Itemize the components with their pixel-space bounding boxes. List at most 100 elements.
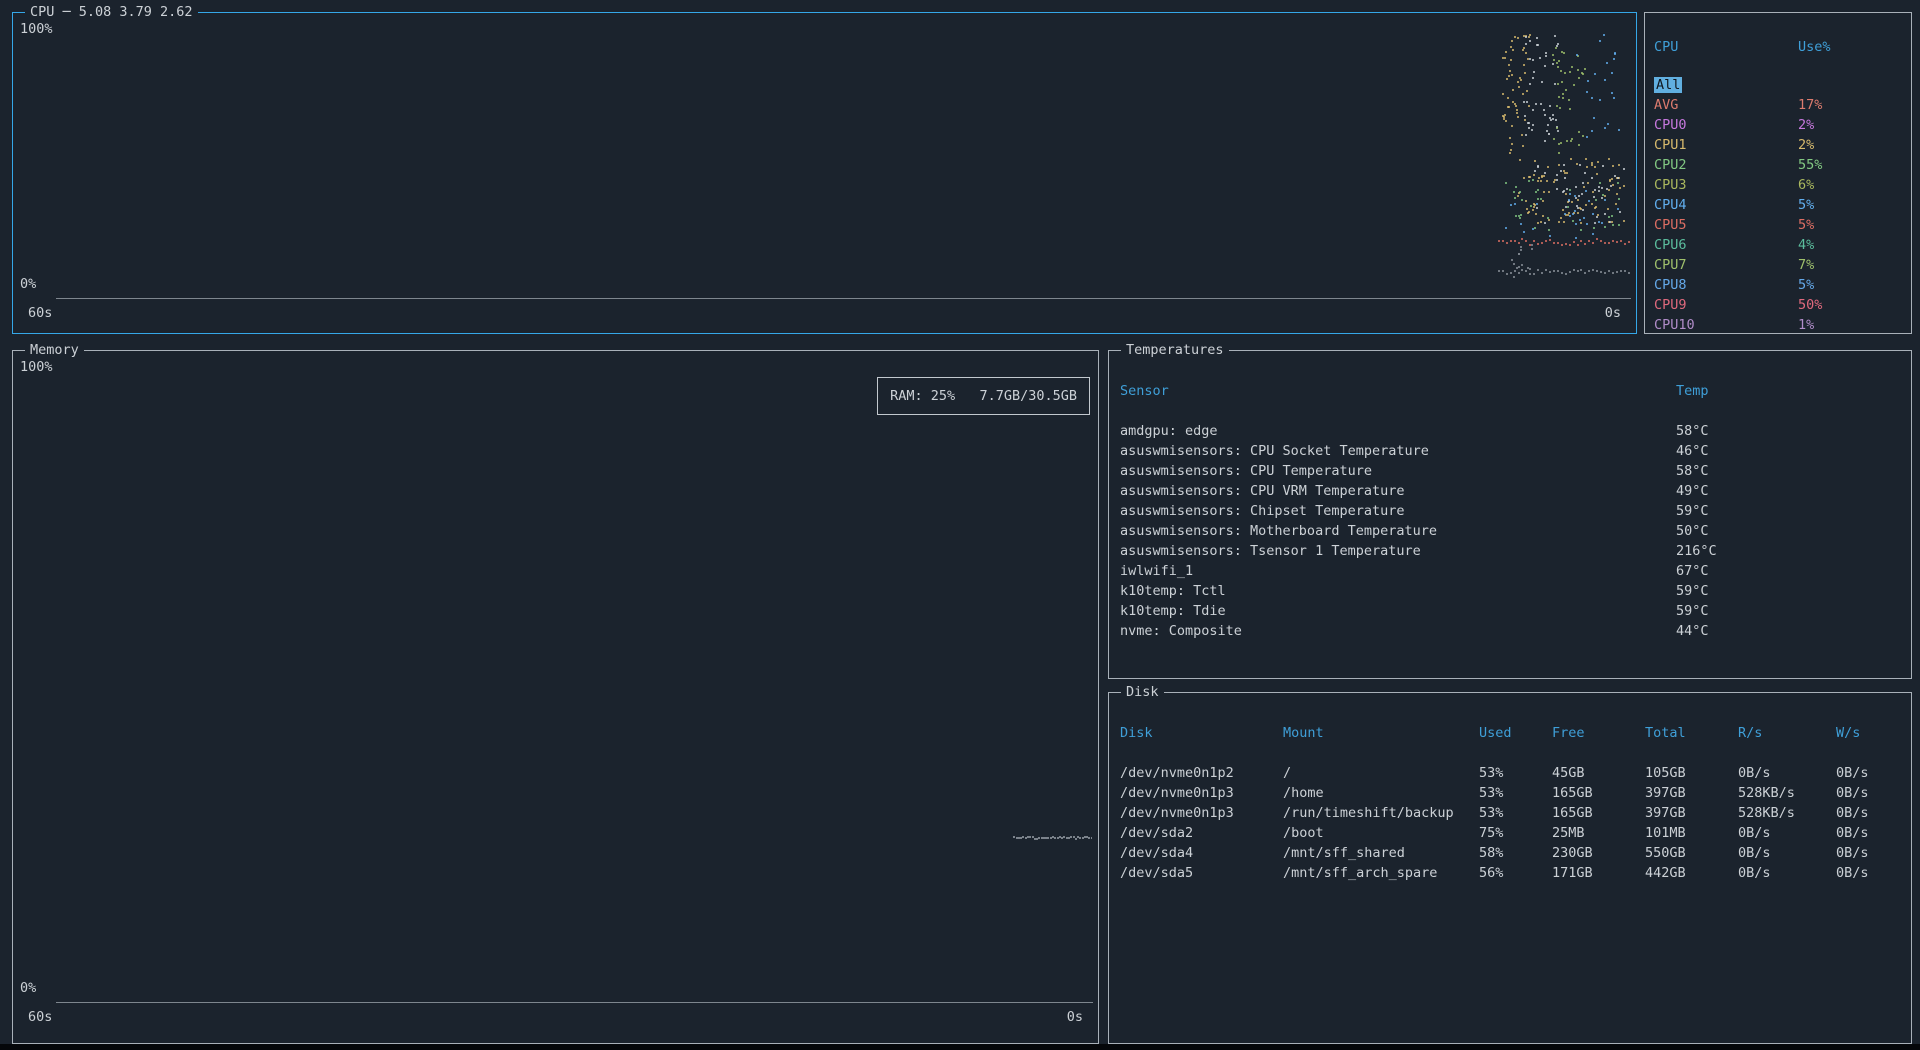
graph-dot (1513, 263, 1515, 265)
graph-dot (1539, 57, 1541, 59)
graph-dot (1587, 80, 1589, 82)
graph-dot (1569, 189, 1571, 191)
graph-dot (1530, 205, 1532, 207)
graph-dot (1599, 182, 1601, 184)
graph-dot (1568, 212, 1570, 214)
graph-dot (1511, 259, 1513, 261)
temperature-row[interactable]: asuswmisensors: Motherboard Temperature5… (1120, 521, 1903, 541)
cpu-legend-row[interactable]: CPU45% (1645, 195, 1911, 215)
cpu-legend-row[interactable]: CPU12% (1645, 135, 1911, 155)
graph-dot (1505, 51, 1507, 53)
disk-row[interactable]: /dev/nvme0n1p3/run/timeshift/backup53%16… (1120, 803, 1905, 823)
graph-dot (1613, 58, 1615, 60)
disk-write-rate: 0B/s (1836, 863, 1905, 883)
graph-dot (1547, 166, 1549, 168)
graph-dot (1561, 244, 1563, 246)
cpu-legend-row[interactable]: AVG17% (1645, 95, 1911, 115)
temperatures-widget[interactable]: Temperatures Sensor Temp amdgpu: edge58°… (1108, 350, 1912, 679)
temperature-row[interactable]: asuswmisensors: CPU Socket Temperature46… (1120, 441, 1903, 461)
graph-dot (1588, 270, 1590, 272)
memory-widget[interactable]: Memory 100% 0% 60s 0s RAM: 25% 7.7GB/30.… (12, 350, 1099, 1044)
disk-row[interactable]: /dev/sda5/mnt/sff_arch_spare56%171GB442G… (1120, 863, 1905, 883)
sensor-temp: 49°C (1676, 481, 1903, 501)
temperature-row[interactable]: k10temp: Tdie59°C (1120, 601, 1903, 621)
cpu-legend-row[interactable]: CPU64% (1645, 235, 1911, 255)
temperature-row[interactable]: nvme: Composite44°C (1120, 621, 1903, 641)
graph-dot (1507, 97, 1509, 99)
graph-dot (1564, 72, 1566, 74)
graph-dot (1509, 70, 1511, 72)
graph-dot (1618, 224, 1620, 226)
graph-dot (1515, 186, 1517, 188)
graph-dot (1531, 129, 1533, 131)
graph-dot (1569, 193, 1571, 195)
temperature-row[interactable]: asuswmisensors: Tsensor 1 Temperature216… (1120, 541, 1903, 561)
graph-dot (1613, 97, 1615, 99)
graph-dot (1604, 242, 1606, 244)
temperature-row[interactable]: iwlwifi_167°C (1120, 561, 1903, 581)
graph-dot (1553, 270, 1555, 272)
graph-dot (1557, 130, 1559, 132)
graph-dot (1577, 199, 1579, 201)
graph-dot (1537, 269, 1539, 271)
disk-write-rate: 0B/s (1836, 843, 1905, 863)
cpu-legend-row[interactable]: CPU02% (1645, 115, 1911, 135)
cpu-graph[interactable] (57, 28, 1630, 298)
cpu-legend-widget[interactable]: CPU Use% AllAVG17%CPU02%CPU12%CPU255%CPU… (1644, 12, 1912, 334)
graph-dot (1618, 198, 1620, 200)
cpu-usage-value: 6% (1798, 175, 1911, 195)
graph-dot (1609, 179, 1611, 181)
graph-dot (1585, 204, 1587, 206)
temperature-row[interactable]: k10temp: Tctl59°C (1120, 581, 1903, 601)
temperature-row[interactable]: asuswmisensors: CPU Temperature58°C (1120, 461, 1903, 481)
graph-dot (1521, 238, 1523, 240)
graph-dot (1596, 173, 1598, 175)
cpu-x-left-label: 60s (28, 305, 52, 321)
disk-free: 165GB (1552, 803, 1645, 823)
cpu-name: CPU10 (1654, 315, 1798, 332)
graph-dot (1502, 240, 1504, 242)
disk-row[interactable]: /dev/nvme0n1p2/53%45GB105GB0B/s0B/s (1120, 763, 1905, 783)
graph-dot (1541, 272, 1543, 274)
graph-dot (1600, 240, 1602, 242)
cpu-legend-row[interactable]: CPU36% (1645, 175, 1911, 195)
temperature-row[interactable]: amdgpu: edge58°C (1120, 421, 1903, 441)
graph-dot (1593, 227, 1595, 229)
cpu-legend-row[interactable]: CPU77% (1645, 255, 1911, 275)
disk-column-header: Mount (1283, 723, 1479, 743)
graph-dot (1525, 36, 1527, 38)
disk-row[interactable]: /dev/sda2/boot75%25MB101MB0B/s0B/s (1120, 823, 1905, 843)
graph-dot (1526, 208, 1528, 210)
cpu-widget[interactable]: CPU ─ 5.08 3.79 2.62 100% 0% 60s 0s (12, 12, 1637, 334)
disk-widget[interactable]: Disk DiskMountUsedFreeTotalR/sW/s /dev/n… (1108, 692, 1912, 1044)
temperature-row[interactable]: asuswmisensors: Chipset Temperature59°C (1120, 501, 1903, 521)
temperature-row[interactable]: asuswmisensors: CPU VRM Temperature49°C (1120, 481, 1903, 501)
cpu-legend-row[interactable]: All (1645, 75, 1911, 95)
sensor-name: nvme: Composite (1120, 621, 1676, 641)
graph-dot (1526, 90, 1528, 92)
cpu-x-right-label: 0s (1605, 305, 1621, 321)
graph-dot (1542, 200, 1544, 202)
disk-row[interactable]: /dev/sda4/mnt/sff_shared58%230GB550GB0B/… (1120, 843, 1905, 863)
graph-dot (1529, 34, 1531, 36)
graph-dot (1558, 96, 1560, 98)
graph-dot (1620, 240, 1622, 242)
disk-row[interactable]: /dev/nvme0n1p3/home53%165GB397GB528KB/s0… (1120, 783, 1905, 803)
cpu-legend-row[interactable]: CPU55% (1645, 215, 1911, 235)
cpu-legend-row[interactable]: CPU950% (1645, 295, 1911, 315)
cpu-legend-row[interactable]: CPU101% (1645, 315, 1911, 332)
memory-graph[interactable] (57, 366, 1092, 1002)
graph-dot (1608, 242, 1610, 244)
graph-dot (1578, 195, 1580, 197)
graph-dot (1549, 271, 1551, 273)
graph-dot (1523, 231, 1525, 233)
graph-dot (1619, 211, 1621, 213)
graph-dot (1537, 198, 1539, 200)
disk-read-rate: 0B/s (1738, 763, 1836, 783)
cpu-legend-row[interactable]: CPU85% (1645, 275, 1911, 295)
graph-dot (1091, 837, 1092, 839)
cpu-legend-row[interactable]: CPU255% (1645, 155, 1911, 175)
cpu-usage-value: 55% (1798, 155, 1911, 175)
graph-dot (1607, 123, 1609, 125)
graph-dot (1577, 207, 1579, 209)
